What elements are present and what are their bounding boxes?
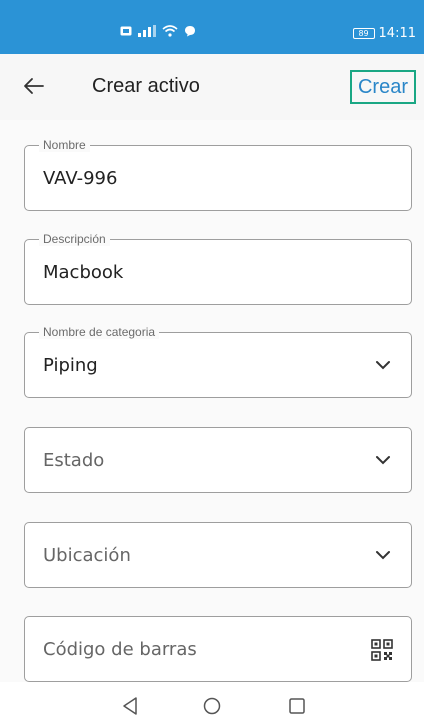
battery-icon: 89 — [352, 28, 375, 39]
chevron-down-icon — [376, 456, 390, 465]
location-select-placeholder: Ubicación — [43, 545, 131, 566]
page-title: Crear activo — [92, 75, 200, 97]
sim-icon — [120, 26, 132, 36]
name-field-label: Nombre — [39, 138, 90, 152]
signal-icon — [138, 25, 156, 37]
system-nav-bar — [0, 682, 424, 728]
status-bar: 89 14:11 — [0, 0, 424, 54]
status-select[interactable]: Estado — [24, 427, 412, 493]
wifi-icon — [162, 25, 178, 37]
qr-code-icon[interactable] — [371, 639, 393, 661]
category-select-label: Nombre de categoria — [39, 325, 160, 339]
create-asset-form: Nombre VAV-996 Descripción Macbook Nombr… — [0, 120, 424, 682]
create-button[interactable]: Crear — [349, 70, 416, 104]
status-icons — [120, 25, 196, 37]
name-field-value: VAV-996 — [43, 168, 118, 189]
description-field-label: Descripción — [39, 232, 110, 246]
status-time: 14:11 — [378, 26, 416, 41]
location-select[interactable]: Ubicación — [24, 522, 412, 588]
home-nav-icon[interactable] — [200, 694, 224, 718]
status-right: 89 14:11 — [352, 26, 416, 41]
chevron-down-icon — [376, 551, 390, 560]
recents-nav-icon[interactable] — [285, 694, 309, 718]
back-nav-icon[interactable] — [118, 694, 142, 718]
description-field-value: Macbook — [43, 262, 124, 283]
status-select-placeholder: Estado — [43, 450, 105, 471]
category-select[interactable]: Nombre de categoria Piping — [24, 325, 412, 398]
chat-icon — [185, 26, 195, 37]
name-field[interactable]: Nombre VAV-996 — [24, 138, 412, 211]
category-select-value: Piping — [43, 355, 98, 376]
barcode-field-placeholder: Código de barras — [43, 639, 197, 660]
back-arrow-icon[interactable] — [22, 74, 46, 98]
chevron-down-icon — [376, 361, 390, 370]
description-field[interactable]: Descripción Macbook — [24, 232, 412, 305]
barcode-field[interactable]: Código de barras — [24, 616, 412, 682]
app-bar: Crear activo Crear — [0, 54, 424, 120]
